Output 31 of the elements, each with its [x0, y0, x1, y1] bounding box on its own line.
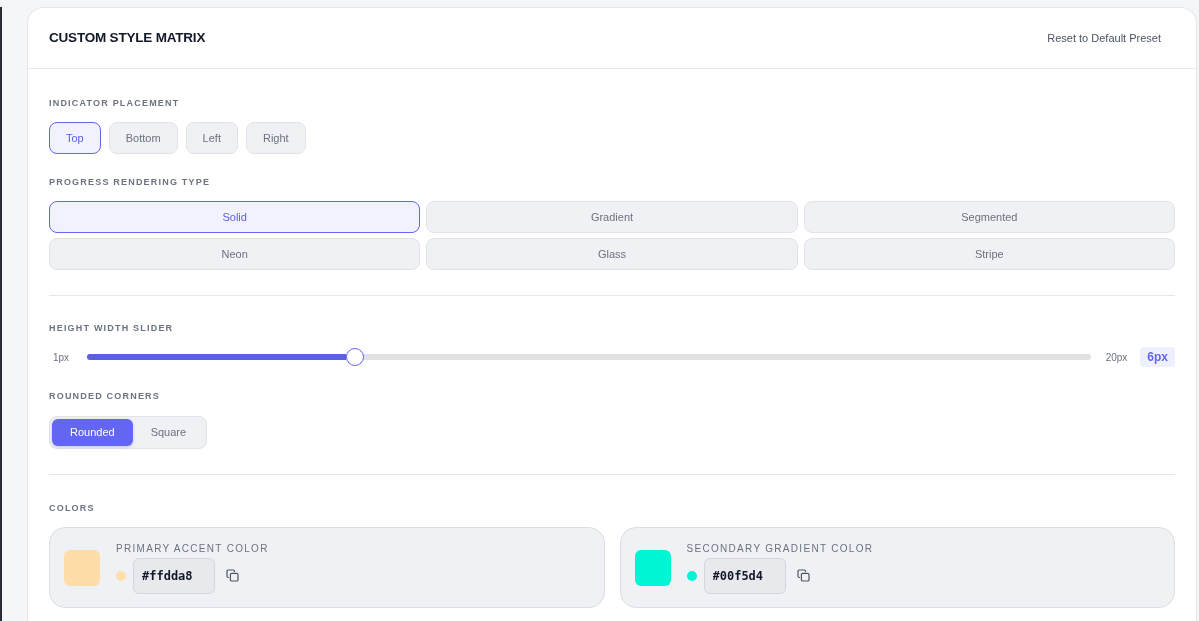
- placement-option[interactable]: Bottom: [108, 122, 178, 154]
- panel-title: CUSTOM STYLE MATRIX: [49, 29, 206, 47]
- rendering-type-option[interactable]: Segmented: [803, 201, 1175, 233]
- corner-style-option[interactable]: Rounded: [52, 419, 133, 446]
- color-label: PRIMARY ACCENT COLOR: [116, 541, 269, 555]
- reset-preset-button[interactable]: Reset to Default Preset: [1033, 23, 1175, 53]
- section-label: INDICATOR PLACEMENT: [49, 97, 181, 109]
- section-label: PROGRESS RENDERING TYPE: [49, 176, 212, 188]
- copy-button[interactable]: [796, 569, 810, 582]
- hex-input[interactable]: #00f5d4: [703, 557, 786, 594]
- corner-style-option[interactable]: Square: [132, 419, 205, 446]
- slider-thumb[interactable]: [346, 348, 365, 366]
- section-label: ROUNDED CORNERS: [49, 390, 161, 402]
- rendering-type-option[interactable]: Gradient: [426, 201, 798, 233]
- copy-button[interactable]: [226, 569, 239, 582]
- section-label: COLORS: [49, 502, 96, 514]
- rendering-type-option[interactable]: Stripe: [803, 238, 1175, 270]
- slider-min-label: 1px: [53, 350, 70, 365]
- hex-input[interactable]: #ffdda8: [133, 557, 215, 594]
- placement-option[interactable]: Right: [245, 122, 306, 154]
- section-label: HEIGHT WIDTH SLIDER: [49, 322, 175, 334]
- rendering-type-option[interactable]: Glass: [426, 238, 798, 270]
- rendering-type-option[interactable]: Solid: [49, 201, 421, 233]
- rendering-type-option[interactable]: Neon: [49, 238, 421, 270]
- copy-icon: [796, 569, 810, 582]
- placement-option[interactable]: Left: [185, 122, 238, 154]
- placement-option[interactable]: Top: [49, 122, 101, 154]
- slider-max-label: 20px: [1105, 350, 1128, 365]
- copy-icon: [226, 569, 239, 582]
- slider-value-badge: 6px: [1140, 347, 1175, 367]
- color-label: SECONDARY GRADIENT COLOR: [686, 541, 874, 555]
